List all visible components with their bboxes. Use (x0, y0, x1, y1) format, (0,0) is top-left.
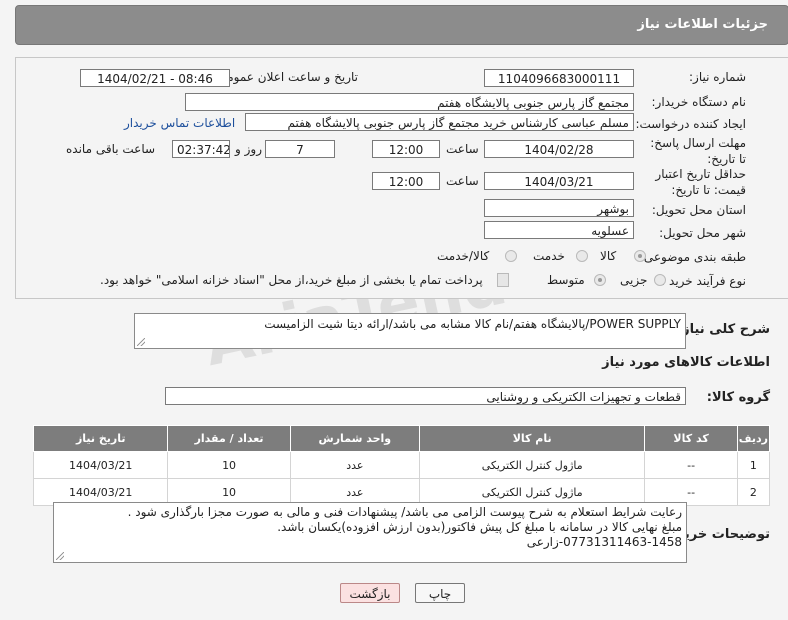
response-deadline-label: مهلت ارسال پاسخ: تا تاریخ: (650, 136, 746, 166)
col-header-quantity: تعداد / مقدار (167, 425, 291, 452)
table-header-row: ردیف کد کالا نام کالا واحد شمارش تعداد /… (32, 425, 771, 452)
col-header-item-code: کد کالا (644, 425, 738, 452)
col-header-need-date: تاریخ نیاز (32, 425, 169, 452)
buyer-notes-line: رعایت شرایط استعلام به شرح پیوست الزامی … (127, 505, 682, 519)
category-radio-service[interactable] (576, 250, 588, 262)
buyer-org-field: مجتمع گاز پارس جنوبی پالایشگاه هفتم (185, 93, 634, 111)
category-option-goods: کالا (600, 249, 617, 263)
price-validity-time-label: ساعت (446, 174, 479, 188)
days-field: 7 (265, 140, 335, 158)
response-time-label: ساعت (446, 142, 479, 156)
description-text: POWER SUPPLY/پالایشگاه هفتم/نام کالا مشا… (264, 317, 681, 331)
announce-datetime-field: 1404/02/21 - 08:46 (80, 69, 230, 87)
announce-datetime-label: تاریخ و ساعت اعلان عمومی: (213, 70, 358, 84)
remaining-time-field: 02:37:42 (172, 140, 230, 158)
days-label: روز و (235, 142, 262, 156)
cell-row-number: 1 (736, 451, 771, 479)
buyer-notes-textarea[interactable]: رعایت شرایط استعلام به شرح پیوست الزامی … (53, 502, 687, 563)
requester-label: ایجاد کننده درخواست: (635, 117, 746, 131)
cell-row-number: 2 (736, 478, 771, 506)
cell-item-code: -- (644, 451, 738, 479)
treasury-payment-checkbox[interactable] (497, 273, 509, 287)
back-button[interactable]: بازگشت (340, 583, 400, 603)
category-option-service: خدمت (533, 249, 565, 263)
need-number-label: شماره نیاز: (689, 70, 746, 84)
category-option-goods-service: کالا/خدمت (437, 249, 490, 263)
print-button[interactable]: چاپ (415, 583, 465, 603)
resize-grip-icon[interactable] (56, 552, 64, 560)
buyer-contact-link[interactable]: اطلاعات تماس خریدار (124, 116, 235, 130)
resize-grip-icon[interactable] (137, 338, 145, 346)
buyer-notes-line: 07731311463-1458-زارعی (526, 535, 682, 549)
price-validity-time-field: 12:00 (372, 172, 440, 190)
page-title: جزئیات اطلاعات نیاز (637, 17, 768, 32)
delivery-province-field: بوشهر (484, 199, 634, 217)
process-option-minor: جزیی (620, 273, 648, 287)
goods-table-container: ردیف کد کالا نام کالا واحد شمارش تعداد /… (32, 425, 771, 506)
table-row: 1 -- ماژول کنترل الکتریکی عدد 10 1404/03… (32, 451, 771, 479)
description-label: شرح کلی نیاز: (676, 322, 770, 337)
category-label: طبقه بندی موضوعی: (639, 250, 746, 264)
buyer-org-label: نام دستگاه خریدار: (651, 95, 747, 109)
response-date-field: 1404/02/28 (484, 140, 634, 158)
buyer-notes-line: مبلغ نهایی کالا در سامانه با مبلغ کل پیش… (277, 520, 682, 534)
cell-need-date: 1404/03/21 (32, 451, 169, 479)
goods-table: ردیف کد کالا نام کالا واحد شمارش تعداد /… (32, 425, 771, 506)
col-header-unit: واحد شمارش (289, 425, 420, 452)
process-option-medium: متوسط (547, 273, 585, 287)
process-radio-minor[interactable] (654, 274, 666, 286)
col-header-row-number: ردیف (736, 425, 771, 452)
process-radio-medium[interactable] (594, 274, 606, 286)
cell-quantity: 10 (167, 451, 291, 479)
response-time-field: 12:00 (372, 140, 440, 158)
cell-unit: عدد (289, 451, 420, 479)
description-textarea[interactable]: POWER SUPPLY/پالایشگاه هفتم/نام کالا مشا… (134, 313, 686, 349)
col-header-item-name: نام کالا (418, 425, 646, 452)
category-radio-goods-service[interactable] (505, 250, 517, 262)
purchase-process-label: نوع فرآیند خرید : (661, 274, 746, 288)
goods-group-label: گروه کالا: (706, 390, 770, 405)
price-validity-date-field: 1404/03/21 (484, 172, 634, 190)
category-radio-goods[interactable] (634, 250, 646, 262)
treasury-payment-note: پرداخت تمام یا بخشی از مبلغ خرید،از محل … (100, 273, 483, 287)
remaining-time-label: ساعت باقی مانده (66, 142, 156, 156)
need-number-field: 1104096683000111 (484, 69, 634, 87)
delivery-province-label: استان محل تحویل: (651, 203, 746, 217)
delivery-city-label: شهر محل تحویل: (659, 226, 746, 240)
page-header: جزئیات اطلاعات نیاز (15, 5, 788, 45)
price-validity-label: حداقل تاریخ اعتبار قیمت: تا تاریخ: (655, 167, 746, 197)
cell-item-name: ماژول کنترل الکتریکی (418, 451, 646, 479)
goods-info-title: اطلاعات کالاهای مورد نیاز (602, 355, 770, 370)
delivery-city-field: عسلویه (484, 221, 634, 239)
goods-group-field: قطعات و تجهیزات الکتریکی و روشنایی (165, 387, 686, 405)
requester-field: مسلم عباسی کارشناس خرید مجتمع گاز پارس ج… (245, 113, 634, 131)
